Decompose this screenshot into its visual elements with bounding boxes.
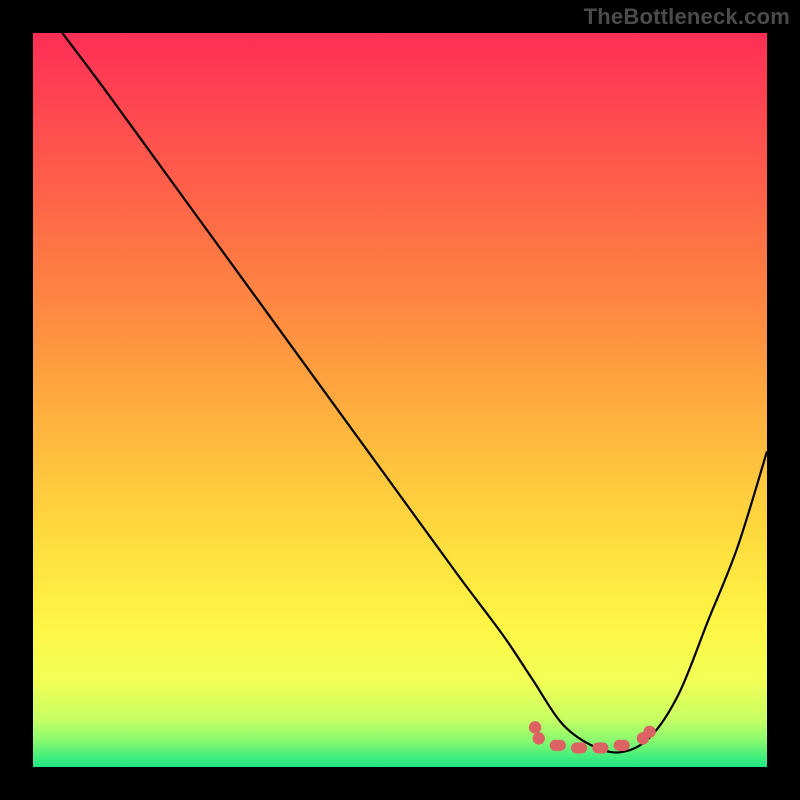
watermark-text: TheBottleneck.com [584,4,790,30]
valley-marker-dot [529,721,541,733]
valley-marker-pill [571,742,587,753]
marker-layer [529,721,656,753]
valley-marker-pill [550,740,566,751]
plot-area [33,33,767,767]
chart-canvas: TheBottleneck.com [0,0,800,800]
valley-marker-pill [614,740,630,751]
plot-overlay [33,33,767,767]
valley-marker-dot [643,726,655,738]
valley-marker-dot [533,732,545,744]
curve-line [62,33,767,753]
valley-marker-pill [592,742,608,753]
